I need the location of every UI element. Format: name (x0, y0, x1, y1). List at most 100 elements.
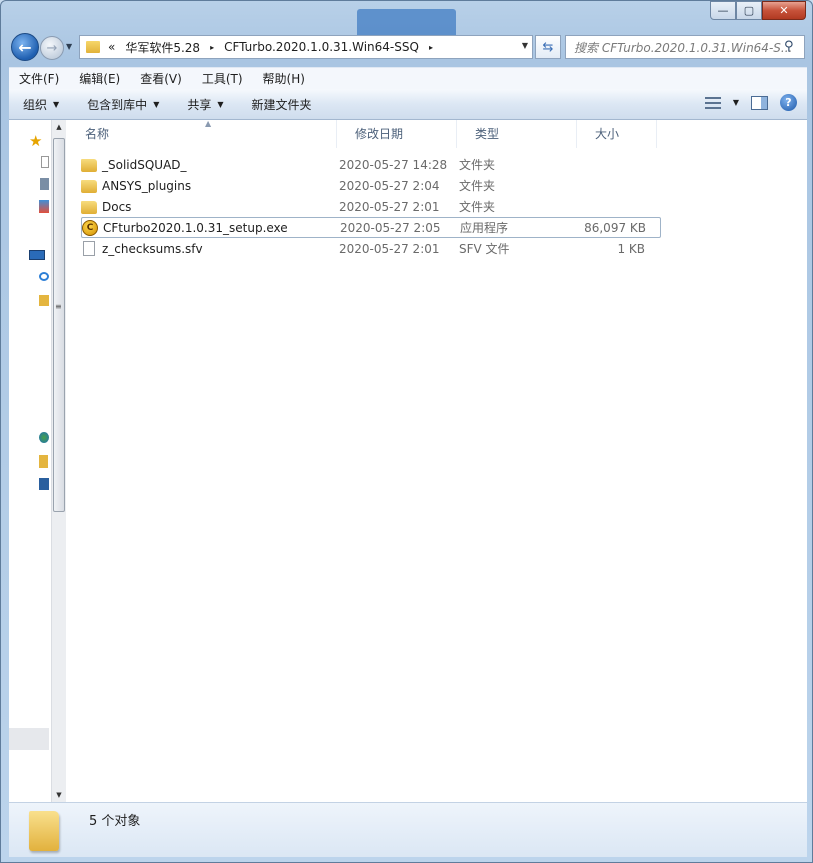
refresh-button[interactable]: ⇆ (535, 35, 561, 59)
folder-icon (81, 159, 97, 172)
folder-icon (86, 41, 100, 53)
address-dropdown-icon[interactable]: ▼ (522, 41, 528, 50)
change-view-icon[interactable] (704, 96, 721, 109)
back-button[interactable]: ← (11, 33, 39, 61)
file-row[interactable]: _SolidSQUAD_ 2020-05-27 14:28 文件夹 (81, 154, 661, 175)
breadcrumb-separator-icon[interactable]: ▸ (210, 43, 214, 52)
scroll-up-icon[interactable]: ▲ (52, 120, 66, 134)
back-arrow-icon: ← (18, 37, 32, 57)
recent-places-icon[interactable] (39, 200, 49, 213)
installer-icon: C (82, 219, 98, 236)
file-row[interactable]: z_checksums.sfv 2020-05-27 2:01 SFV 文件 1… (81, 238, 661, 259)
details-pane: 5 个对象 (9, 802, 807, 857)
file-size: 1 KB (617, 241, 645, 256)
favorites-star-icon[interactable]: ★ (29, 132, 42, 150)
forward-arrow-icon: → (46, 40, 58, 56)
chevron-down-icon: ▼ (217, 99, 224, 109)
library-icon[interactable] (39, 295, 49, 306)
column-type-label: 类型 (475, 127, 500, 141)
file-type: 文件夹 (459, 200, 496, 214)
file-name: _SolidSQUAD_ (102, 157, 187, 172)
help-icon[interactable]: ? (780, 94, 797, 111)
maximize-button[interactable]: ▢ (736, 1, 762, 20)
close-button[interactable]: ✕ (762, 1, 806, 20)
search-icon[interactable]: ⚲ (784, 39, 800, 55)
folder-icon (81, 180, 97, 193)
file-icon (83, 241, 95, 256)
nav-pane-scrollbar[interactable]: ▲ ≡ ▼ (51, 120, 66, 802)
sort-ascending-icon: ▲ (205, 119, 212, 128)
column-size[interactable]: 大小 (577, 120, 657, 148)
view-dropdown-icon[interactable]: ▼ (733, 98, 739, 107)
menu-bar: 文件(F) 编辑(E) 查看(V) 工具(T) 帮助(H) (9, 67, 807, 89)
file-date: 2020-05-27 2:04 (339, 178, 440, 193)
network-icon[interactable] (39, 432, 49, 443)
computer-icon[interactable] (29, 250, 45, 260)
organize-label: 组织 (23, 97, 48, 112)
chevron-down-icon: ▼ (53, 99, 60, 109)
breadcrumb-separator-icon[interactable]: ▸ (429, 43, 433, 52)
content-area: ★ ▲ ≡ ▼ 名称 ▲ 修改日期 类型 大小 _SolidSQUAD_ 202… (9, 119, 807, 802)
column-date[interactable]: 修改日期 (337, 120, 457, 148)
breadcrumb-segment-2[interactable]: CFTurbo.2020.1.0.31.Win64-SSQ (224, 40, 419, 54)
include-in-library-button[interactable]: 包含到库中 ▼ (73, 96, 173, 113)
recent-pages-dropdown[interactable]: ▼ (66, 42, 72, 51)
search-input[interactable]: 搜索 CFTurbo.2020.1.0.31.Win64-S... ⚲ (565, 35, 805, 59)
column-name[interactable]: 名称 ▲ (67, 119, 337, 148)
breadcrumb-segment-1[interactable]: 华军软件5.28 (125, 39, 200, 56)
file-type: SFV 文件 (459, 242, 510, 256)
file-date: 2020-05-27 2:01 (339, 199, 440, 214)
scroll-thumb[interactable] (53, 138, 65, 512)
item-count: 5 个对象 (89, 814, 141, 829)
include-library-label: 包含到库中 (87, 97, 148, 112)
search-placeholder: 搜索 CFTurbo.2020.1.0.31.Win64-S... (574, 40, 793, 55)
menu-file[interactable]: 文件(F) (9, 70, 69, 87)
navigation-pane: ★ ▲ ≡ ▼ (9, 120, 66, 802)
address-overflow[interactable]: « (108, 40, 115, 54)
scroll-down-icon[interactable]: ▼ (52, 788, 66, 802)
file-date: 2020-05-27 2:05 (340, 220, 441, 235)
minimize-button[interactable]: — (710, 1, 736, 20)
organize-button[interactable]: 组织 ▼ (9, 96, 73, 113)
file-row[interactable]: ANSYS_plugins 2020-05-27 2:04 文件夹 (81, 175, 661, 196)
file-type: 文件夹 (459, 158, 496, 172)
file-name: ANSYS_plugins (102, 178, 192, 193)
file-name: z_checksums.sfv (102, 241, 203, 256)
column-size-label: 大小 (595, 127, 620, 141)
nav-pane-horizontal-scroll[interactable] (9, 728, 49, 750)
address-bar[interactable]: « 华军软件5.28 ▸ CFTurbo.2020.1.0.31.Win64-S… (79, 35, 533, 59)
column-name-label: 名称 (85, 127, 110, 141)
new-folder-button[interactable]: 新建文件夹 (238, 96, 326, 113)
menu-help[interactable]: 帮助(H) (253, 70, 315, 87)
new-folder-label: 新建文件夹 (251, 97, 312, 112)
downloads-icon[interactable] (40, 178, 49, 190)
file-type: 应用程序 (460, 221, 509, 235)
desktop-icon[interactable] (41, 156, 49, 168)
explorer-window: — ▢ ✕ ← → ▼ « 华军软件5.28 ▸ CFTurbo.2020.1.… (0, 0, 813, 863)
preview-pane-icon[interactable] (751, 95, 768, 110)
menu-tools[interactable]: 工具(T) (192, 70, 253, 87)
file-row[interactable]: Docs 2020-05-27 2:01 文件夹 (81, 196, 661, 217)
folder-icon (29, 811, 59, 851)
column-date-label: 修改日期 (355, 127, 404, 141)
navigation-bar: ← → ▼ « 华军软件5.28 ▸ CFTurbo.2020.1.0.31.W… (9, 31, 809, 63)
menu-view[interactable]: 查看(V) (130, 70, 192, 87)
folder-icon[interactable] (39, 455, 48, 468)
column-type[interactable]: 类型 (457, 120, 577, 148)
cloud-icon[interactable] (39, 272, 49, 281)
menu-edit[interactable]: 编辑(E) (69, 70, 130, 87)
file-list: 名称 ▲ 修改日期 类型 大小 _SolidSQUAD_ 2020-05-27 … (67, 119, 807, 802)
command-bar: 组织 ▼ 包含到库中 ▼ 共享 ▼ 新建文件夹 ▼ ? (9, 89, 807, 120)
caption-buttons: — ▢ ✕ (710, 1, 806, 21)
scroll-grip-icon: ≡ (55, 302, 62, 311)
file-name: CFturbo2020.1.0.31_setup.exe (103, 220, 288, 235)
forward-button[interactable]: → (40, 36, 64, 60)
folder-icon (81, 201, 97, 214)
control-panel-icon[interactable] (39, 478, 49, 490)
file-date: 2020-05-27 2:01 (339, 241, 440, 256)
toolbar-right: ▼ ? (704, 94, 797, 111)
file-type: 文件夹 (459, 179, 496, 193)
refresh-icon: ⇆ (542, 39, 554, 55)
file-row-selected[interactable]: C CFturbo2020.1.0.31_setup.exe 2020-05-27… (81, 217, 661, 238)
file-date: 2020-05-27 14:28 (339, 157, 448, 172)
